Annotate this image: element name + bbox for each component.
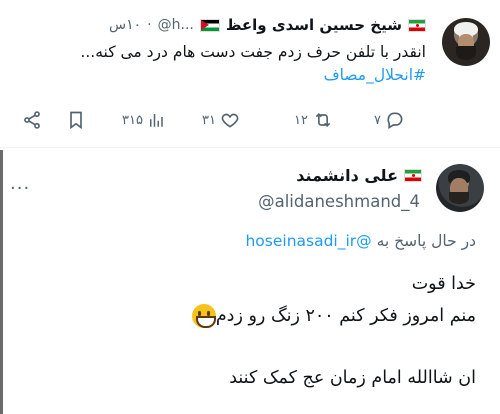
heart-icon: [221, 113, 239, 128]
replying-to: در حال پاسخ به @hoseinasadi_ir: [245, 232, 476, 250]
retweet-button[interactable]: ۱۲: [294, 110, 334, 130]
reply-icon: [387, 112, 403, 129]
tweet-top[interactable]: شیخ حسین اسدی واعظ @h... · ۱۰س انقدر با …: [0, 0, 500, 148]
hashtag-link[interactable]: #انحلال_مصاف: [324, 66, 426, 84]
author-name[interactable]: شیخ حسین اسدی واعظ: [226, 16, 402, 34]
tweet-time[interactable]: ۱۰س: [109, 17, 141, 33]
bookmark-button[interactable]: [66, 110, 86, 130]
reply-author-avatar[interactable]: [436, 164, 484, 212]
share-button[interactable]: [22, 110, 42, 130]
more-options-icon[interactable]: ···: [10, 178, 30, 199]
palestine-flag-icon: [199, 18, 220, 32]
tweet-header: شیخ حسین اسدی واعظ @h... · ۱۰س: [109, 14, 426, 36]
views-icon: [149, 114, 163, 127]
iran-flag-icon: [408, 18, 426, 32]
retweet-count: ۱۲: [294, 112, 308, 128]
reply-line: منم امروز فکر کنم ۲۰۰ زنگ رو زدم: [215, 306, 476, 326]
reply-line: ان شاالله امام زمان عج کمک کنند: [229, 368, 476, 388]
tweet-actions: ۳۱۵ ۳۱ ۱۲ ۷: [22, 108, 404, 132]
like-count: ۳۱: [202, 112, 216, 128]
share-icon: [24, 111, 40, 129]
like-button[interactable]: ۳۱: [202, 110, 240, 130]
reply-count: ۷: [374, 112, 381, 128]
reply-line-with-emoji: منم امروز فکر کنم ۲۰۰ زنگ رو زدم: [6, 300, 476, 332]
reply-author-handle[interactable]: @alidaneshmand_4: [258, 192, 420, 211]
reply-button[interactable]: ۷: [374, 110, 405, 130]
separator-dot: ·: [147, 17, 152, 33]
avatar-beard: [449, 192, 469, 204]
reply-text: خدا قوت منم امروز فکر کنم ۲۰۰ زنگ رو زدم…: [6, 268, 476, 394]
reply-author-row: علی دانشمند: [296, 166, 422, 185]
views-count: ۳۱۵: [122, 112, 143, 128]
reply-line: خدا قوت: [411, 274, 476, 294]
replying-mention-link[interactable]: @hoseinasadi_ir: [245, 232, 371, 250]
grinning-face-icon: [191, 304, 216, 328]
author-avatar[interactable]: [442, 18, 490, 66]
author-handle[interactable]: @h...: [158, 17, 194, 33]
iran-flag-icon: [404, 169, 422, 182]
replying-prefix: در حال پاسخ به: [376, 232, 476, 250]
bookmark-icon: [70, 111, 82, 130]
tweet-divider: [0, 147, 500, 148]
reply-author-name[interactable]: علی دانشمند: [296, 166, 398, 185]
retweet-icon: [315, 112, 331, 128]
avatar-beard: [456, 46, 476, 60]
views-button[interactable]: ۳۱۵: [122, 111, 165, 129]
tweet-text: انقدر با تلفن حرف زدم جفت دست هام درد می…: [80, 43, 426, 61]
tweet-reply[interactable]: ··· علی دانشمند @alidaneshmand_4 در حال …: [0, 150, 500, 414]
